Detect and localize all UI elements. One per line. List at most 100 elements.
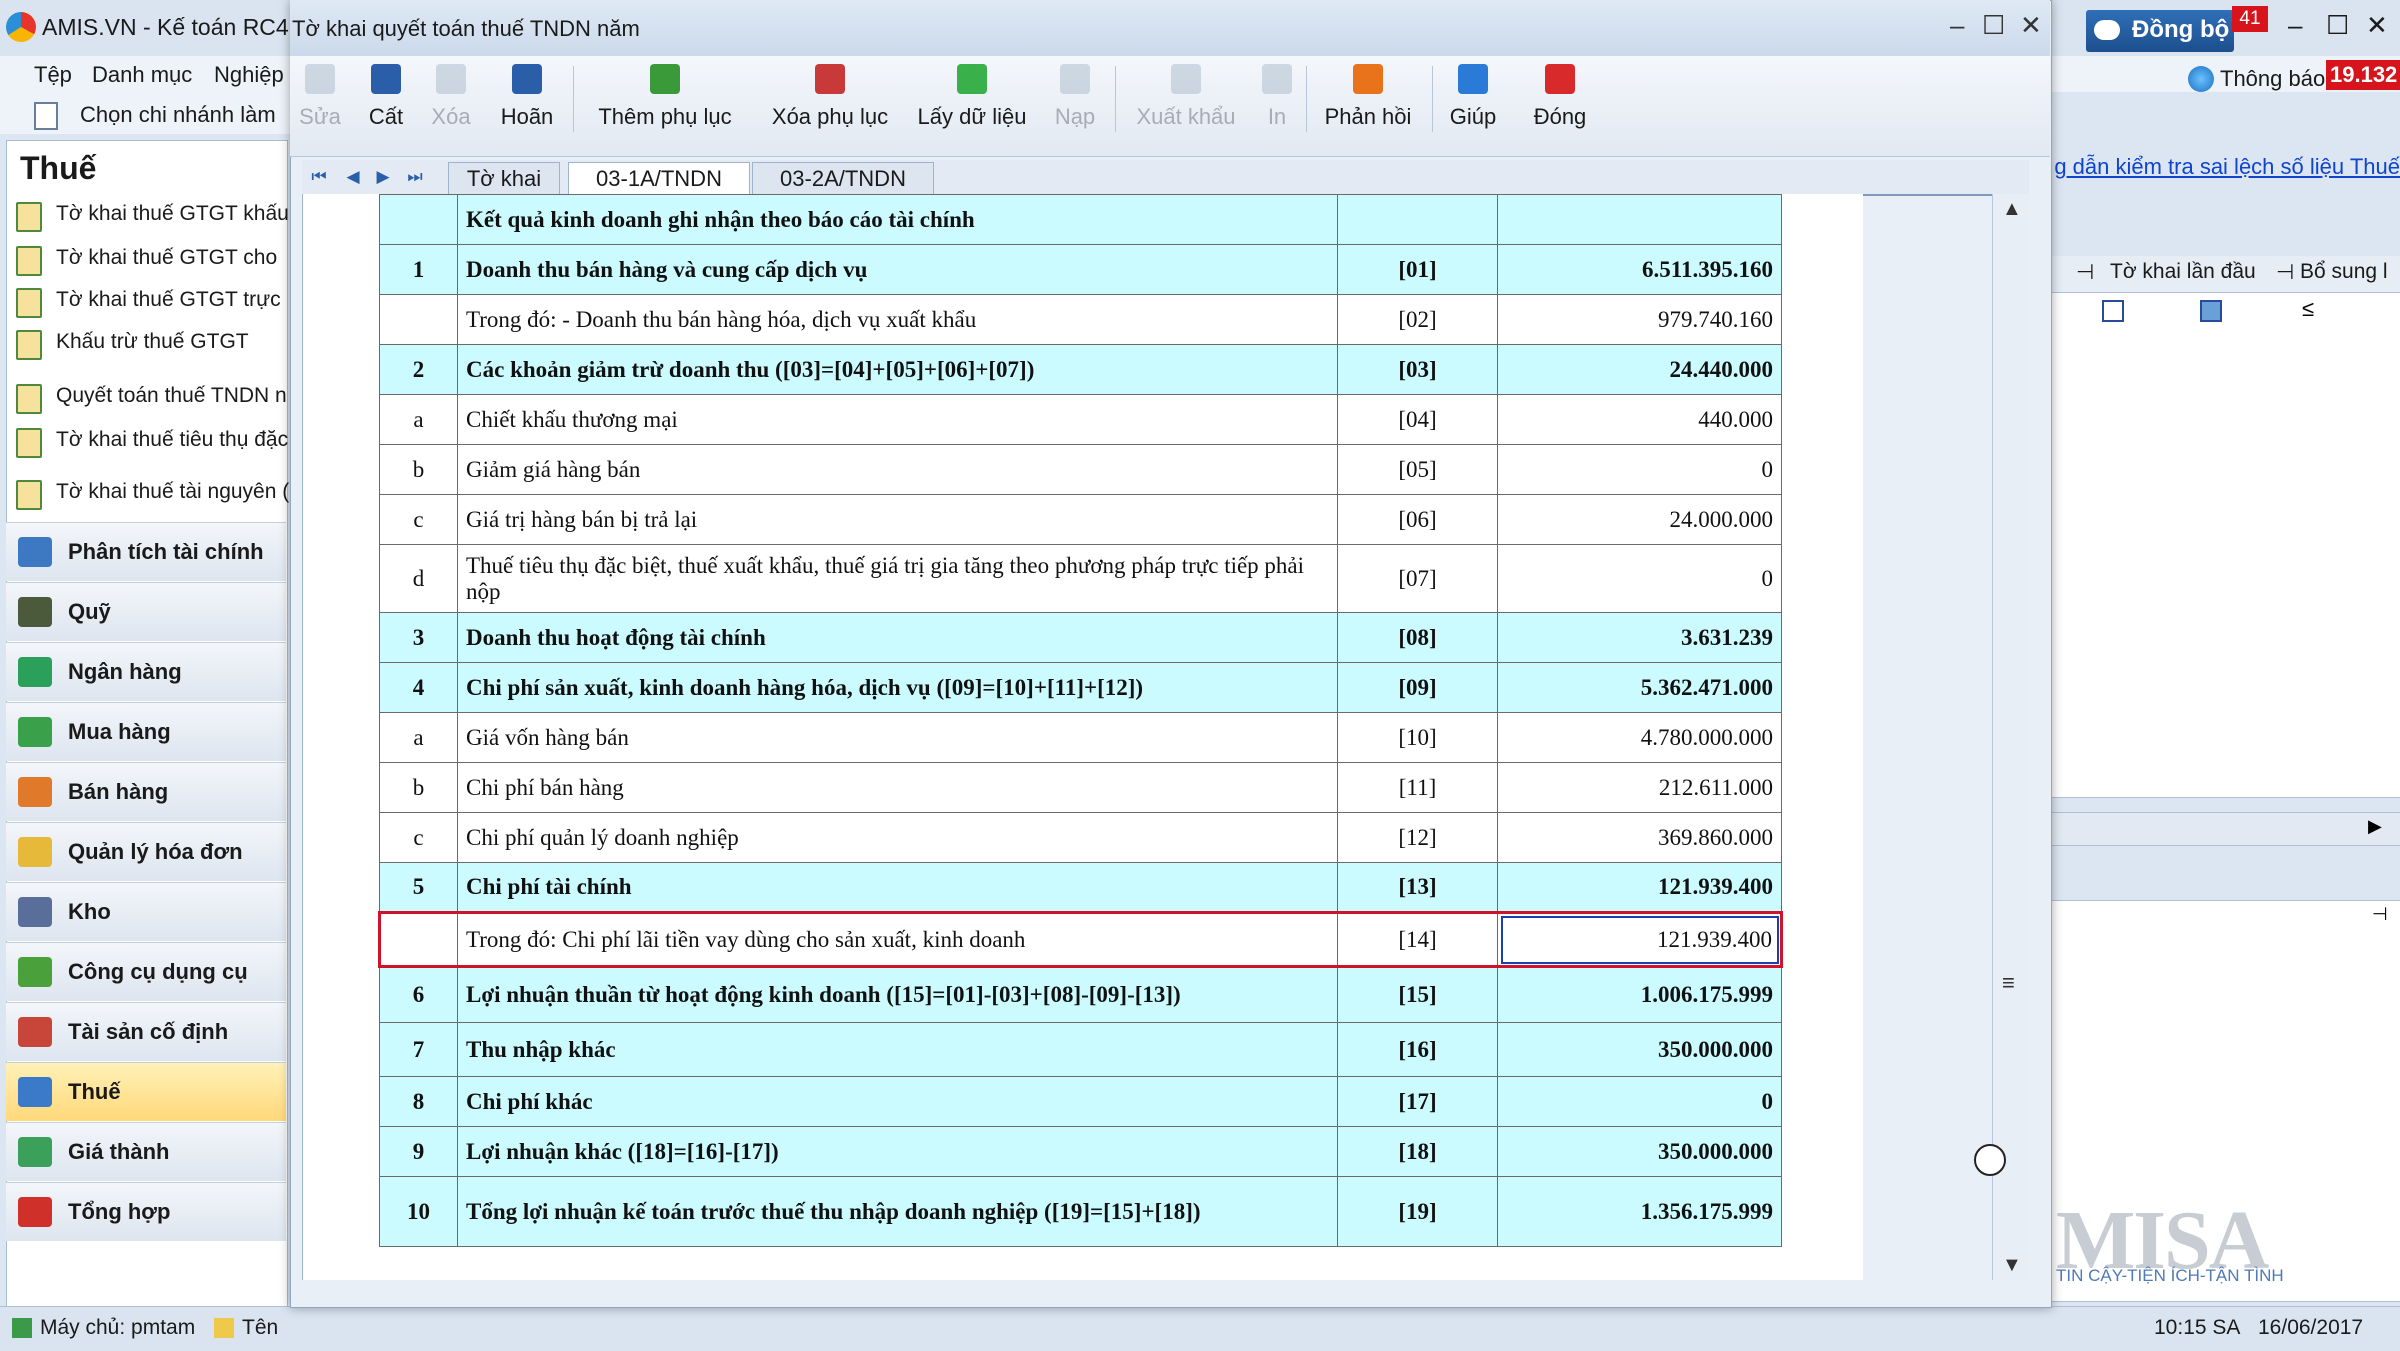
menu-catalog[interactable]: Danh mục bbox=[92, 62, 192, 88]
toolbar-button-label: Giúp bbox=[1449, 104, 1497, 129]
row-value[interactable]: 24.440.000 bbox=[1497, 344, 1782, 395]
toolbar-button[interactable]: In bbox=[1254, 60, 1300, 152]
globe-icon bbox=[2188, 66, 2214, 92]
row-value[interactable]: 979.740.160 bbox=[1497, 294, 1782, 345]
dialog-minimize-button[interactable]: – bbox=[1950, 10, 1964, 41]
sidebar-tax-item[interactable]: Tờ khai thuế GTGT trực bbox=[16, 282, 286, 322]
toolbar-button[interactable]: Xóa phụ lục bbox=[754, 60, 906, 152]
tab-bar bbox=[302, 160, 2029, 196]
row-value[interactable]: 369.860.000 bbox=[1497, 812, 1782, 863]
module-nav-item[interactable]: Bán hàng bbox=[6, 762, 286, 821]
pin-icon[interactable]: ⊣ bbox=[2076, 260, 2094, 285]
module-nav-item[interactable]: Kho bbox=[6, 882, 286, 941]
module-nav-item[interactable]: Quản lý hóa đơn bbox=[6, 822, 286, 881]
tab-03-1a[interactable]: 03-1A/TNDN bbox=[568, 162, 750, 195]
grid-header-first-declaration[interactable]: Tờ khai lần đầu bbox=[2110, 260, 2256, 284]
sidebar-tax-item[interactable]: Quyết toán thuế TNDN n bbox=[16, 378, 287, 418]
vertical-scrollbar[interactable] bbox=[1992, 194, 2029, 1280]
row-value[interactable]: 1.006.175.999 bbox=[1497, 966, 1782, 1023]
tab-declaration[interactable]: Tờ khai bbox=[448, 162, 560, 195]
row-value[interactable]: 4.780.000.000 bbox=[1497, 712, 1782, 763]
row-value[interactable]: 0 bbox=[1497, 544, 1782, 613]
module-nav-item[interactable]: Tài sản cố định bbox=[6, 1002, 286, 1061]
checkbox[interactable] bbox=[2200, 300, 2222, 322]
first-page-icon[interactable]: ⏮ bbox=[306, 164, 332, 190]
dialog-maximize-button[interactable]: ☐ bbox=[1982, 10, 2005, 41]
row-value[interactable]: 350.000.000 bbox=[1497, 1022, 1782, 1077]
menu-file[interactable]: Tệp bbox=[34, 62, 72, 88]
filter-icon[interactable]: ≤ bbox=[2302, 296, 2314, 322]
row-code: [06] bbox=[1337, 494, 1498, 545]
row-value[interactable]: 0 bbox=[1497, 444, 1782, 495]
table-row: 4 Chi phí sản xuất, kinh doanh hàng hóa, … bbox=[379, 662, 1782, 713]
row-value[interactable]: 121.939.400 bbox=[1497, 911, 1783, 968]
toolbar-button[interactable]: Xóa bbox=[424, 60, 478, 152]
row-value[interactable]: 24.000.000 bbox=[1497, 494, 1782, 545]
row-value[interactable]: 1.356.175.999 bbox=[1497, 1176, 1782, 1247]
module-nav-item[interactable]: Mua hàng bbox=[6, 702, 286, 761]
toolbar-button[interactable]: Thêm phụ lục bbox=[582, 60, 748, 152]
toolbar-button[interactable]: Sửa bbox=[296, 60, 344, 152]
toolbar-separator bbox=[1306, 66, 1307, 132]
module-icon bbox=[18, 597, 52, 627]
grid-header-supplement[interactable]: Bổ sung l bbox=[2300, 260, 2388, 284]
toolbar-button[interactable]: Nạp bbox=[1044, 60, 1106, 152]
choose-branch-button[interactable]: Chọn chi nhánh làm bbox=[80, 102, 276, 128]
row-value[interactable]: 6.511.395.160 bbox=[1497, 244, 1782, 295]
sidebar-tax-item[interactable]: Tờ khai thuế tiêu thụ đặc bbox=[16, 422, 288, 462]
menu-operations[interactable]: Nghiệp bbox=[214, 62, 284, 88]
toolbar-button[interactable]: Xuất khẩu bbox=[1126, 60, 1246, 152]
app-minimize-button[interactable]: – bbox=[2288, 10, 2302, 41]
row-description: Chi phí tài chính bbox=[457, 862, 1338, 913]
module-nav-item[interactable]: Thuế bbox=[6, 1062, 286, 1121]
row-code: [12] bbox=[1337, 812, 1498, 863]
row-value[interactable]: 3.631.239 bbox=[1497, 612, 1782, 663]
pin-icon[interactable]: ⊣ bbox=[2372, 904, 2388, 925]
dialog-close-button[interactable]: ✕ bbox=[2020, 10, 2042, 41]
sidebar-tax-item[interactable]: Tờ khai thuế GTGT khấu bbox=[16, 196, 289, 236]
app-maximize-button[interactable]: ☐ bbox=[2326, 10, 2349, 41]
tax-discrepancy-guide-link[interactable]: g dẫn kiểm tra sai lệch số liệu Thuế bbox=[2050, 154, 2400, 180]
scroll-up-arrow-icon[interactable]: ▲ bbox=[2002, 198, 2022, 221]
horizontal-scrollbar[interactable] bbox=[2050, 812, 2400, 846]
row-value[interactable]: 212.611.000 bbox=[1497, 762, 1782, 813]
notification-link[interactable]: Thông báo bbox=[2220, 66, 2325, 92]
row-number: 5 bbox=[379, 862, 458, 913]
toolbar-button[interactable]: Hoãn bbox=[484, 60, 570, 152]
app-close-button[interactable]: ✕ bbox=[2366, 10, 2388, 41]
next-page-icon[interactable]: ▶ bbox=[370, 164, 396, 190]
module-nav-item[interactable]: Ngân hàng bbox=[6, 642, 286, 701]
toolbar-button[interactable]: Đóng bbox=[1518, 60, 1602, 152]
row-value[interactable]: 0 bbox=[1497, 1076, 1782, 1127]
module-icon bbox=[18, 717, 52, 747]
module-nav-item[interactable]: Quỹ bbox=[6, 582, 286, 641]
row-value[interactable]: 5.362.471.000 bbox=[1497, 662, 1782, 713]
module-nav-item[interactable]: Giá thành bbox=[6, 1122, 286, 1181]
toolbar-button[interactable]: Phản hồi bbox=[1316, 60, 1420, 152]
toolbar-icon bbox=[1262, 64, 1292, 94]
module-nav-item[interactable]: Phân tích tài chính bbox=[6, 522, 286, 581]
toolbar-button[interactable]: Giúp bbox=[1442, 60, 1504, 152]
row-value[interactable]: 350.000.000 bbox=[1497, 1126, 1782, 1177]
misa-tagline: TIN CẬY-TIỆN ÍCH-TẬN TÌNH bbox=[2056, 1266, 2284, 1285]
toolbar-button[interactable]: Lấy dữ liệu bbox=[912, 60, 1032, 152]
scroll-down-arrow-icon[interactable]: ▼ bbox=[2002, 1254, 2022, 1277]
module-icon bbox=[18, 537, 52, 567]
module-nav-item[interactable]: Công cụ dụng cụ bbox=[6, 942, 286, 1001]
scroll-right-arrow-icon[interactable]: ▶ bbox=[2368, 816, 2382, 837]
tab-03-2a[interactable]: 03-2A/TNDN bbox=[752, 162, 934, 195]
module-nav-item[interactable]: Tổng hợp bbox=[6, 1182, 286, 1241]
row-value[interactable]: 440.000 bbox=[1497, 394, 1782, 445]
last-page-icon[interactable]: ⏭ bbox=[402, 164, 428, 190]
toolbar-button-label: Hoãn bbox=[500, 104, 554, 129]
row-value[interactable]: 121.939.400 bbox=[1497, 862, 1782, 913]
sidebar-tax-item[interactable]: Tờ khai thuế GTGT cho bbox=[16, 240, 286, 280]
pin-icon[interactable]: ⊣ bbox=[2276, 260, 2294, 285]
sidebar-tax-item[interactable]: Tờ khai thuế tài nguyên ( bbox=[16, 474, 289, 514]
scroll-grip-icon[interactable]: ≡ bbox=[2002, 970, 2015, 996]
checkbox[interactable] bbox=[2102, 300, 2124, 322]
module-icon bbox=[18, 897, 52, 927]
toolbar-button[interactable]: Cất bbox=[358, 60, 414, 152]
prev-page-icon[interactable]: ◀ bbox=[340, 164, 366, 190]
sidebar-tax-item[interactable]: Khấu trừ thuế GTGT bbox=[16, 324, 286, 364]
